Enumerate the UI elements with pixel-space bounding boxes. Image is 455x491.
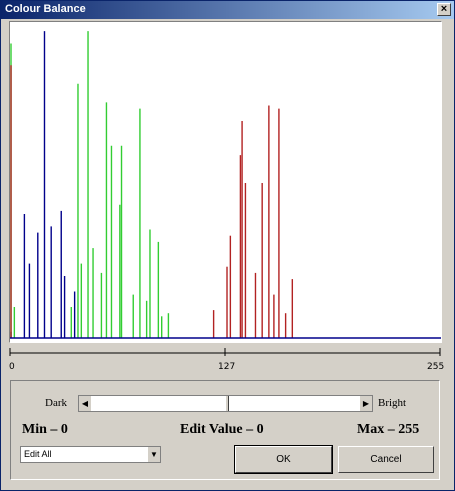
histogram-panel: [9, 21, 442, 343]
channel-select[interactable]: Edit All ▼: [20, 446, 161, 463]
chevron-down-icon[interactable]: ▼: [147, 447, 160, 462]
histogram-chart: [10, 31, 441, 339]
right-arrow-icon[interactable]: ▶: [360, 396, 372, 411]
balance-slider[interactable]: ◀ ▶: [78, 395, 373, 412]
edit-value-readout: Edit Value – 0: [180, 422, 264, 437]
title-bar: Colour Balance ×: [1, 1, 454, 19]
channel-select-value: Edit All: [24, 449, 52, 459]
close-icon[interactable]: ×: [437, 3, 451, 16]
axis-tick-label-127: 127: [218, 362, 236, 372]
axis-tick-label-0: 0: [9, 362, 15, 372]
slider-thumb[interactable]: [225, 396, 229, 411]
max-readout: Max – 255: [357, 422, 420, 437]
left-arrow-icon[interactable]: ◀: [79, 396, 91, 411]
min-readout: Min – 0: [22, 422, 68, 437]
window-title: Colour Balance: [5, 3, 86, 15]
ok-button[interactable]: OK: [234, 445, 333, 474]
histogram-axis: [9, 348, 441, 356]
bright-label: Bright: [378, 397, 407, 409]
axis-tick-label-255: 255: [427, 362, 445, 372]
dark-label: Dark: [45, 397, 67, 409]
cancel-button[interactable]: Cancel: [338, 446, 434, 473]
